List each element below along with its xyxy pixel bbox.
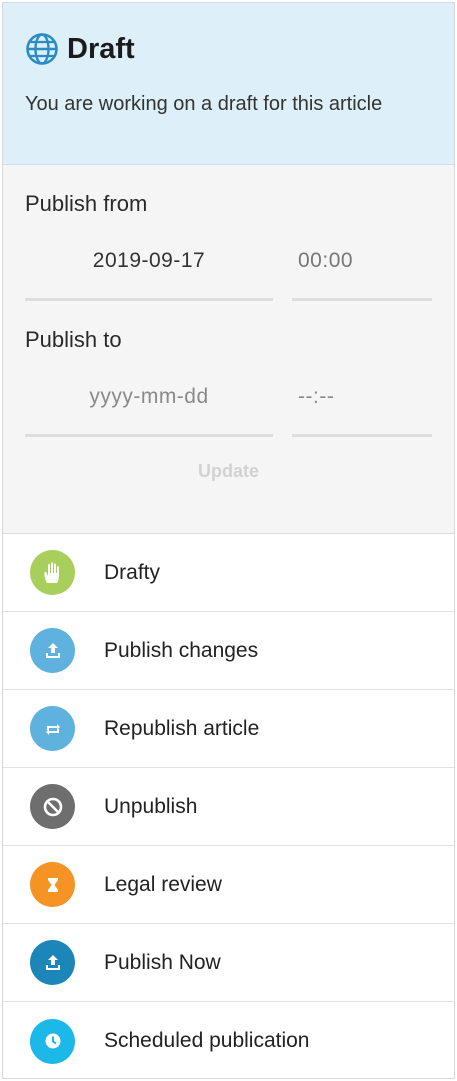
action-scheduled-publication[interactable]: Scheduled publication <box>3 1002 454 1078</box>
publish-from-date-input[interactable]: 2019-09-17 <box>25 241 273 301</box>
publish-to-label: Publish to <box>25 327 122 352</box>
repeat-icon <box>30 706 75 751</box>
workflow-actions: Drafty Publish changes Republish article <box>3 534 454 1078</box>
action-publish-now[interactable]: Publish Now <box>3 924 454 1002</box>
upload-icon <box>30 940 75 985</box>
hand-icon <box>30 550 75 595</box>
action-republish-article[interactable]: Republish article <box>3 690 454 768</box>
clock-icon <box>30 1018 75 1064</box>
page-title: Draft <box>67 32 135 65</box>
draft-panel: Draft You are working on a draft for thi… <box>2 2 455 1079</box>
hourglass-icon <box>30 862 75 907</box>
update-button[interactable]: Update <box>25 461 432 482</box>
action-label: Scheduled publication <box>104 1029 310 1052</box>
action-label: Publish changes <box>104 638 259 662</box>
title-row: Draft <box>25 31 432 67</box>
action-publish-changes[interactable]: Publish changes <box>3 612 454 690</box>
action-unpublish[interactable]: Unpublish <box>3 768 454 846</box>
publish-to-date-placeholder: yyyy-mm-dd <box>89 385 209 408</box>
publish-to-time-placeholder: --:-- <box>298 385 335 408</box>
action-label: Legal review <box>104 872 222 896</box>
publish-from-label: Publish from <box>25 191 148 216</box>
action-label: Drafty <box>104 560 161 584</box>
globe-icon <box>25 32 59 66</box>
publish-from-date-value: 2019-09-17 <box>92 249 206 272</box>
publish-to-time-input[interactable]: --:-- <box>292 377 432 437</box>
action-label: Unpublish <box>104 794 198 818</box>
action-label: Publish Now <box>104 950 221 974</box>
action-drafty[interactable]: Drafty <box>3 534 454 612</box>
action-label: Republish article <box>104 716 260 740</box>
block-icon <box>30 784 75 829</box>
draft-description: You are working on a draft for this arti… <box>25 93 383 115</box>
publish-to-row: yyyy-mm-dd --:-- <box>25 377 432 437</box>
draft-header: Draft You are working on a draft for thi… <box>3 3 454 165</box>
publish-to-date-input[interactable]: yyyy-mm-dd <box>25 377 273 437</box>
upload-icon <box>30 628 75 673</box>
publish-from-time-value: 00:00 <box>298 249 354 272</box>
schedule-section: Publish from 2019-09-17 00:00 Publish to… <box>3 165 454 534</box>
publish-from-time-input[interactable]: 00:00 <box>292 241 432 301</box>
publish-from-row: 2019-09-17 00:00 <box>25 241 432 301</box>
action-legal-review[interactable]: Legal review <box>3 846 454 924</box>
